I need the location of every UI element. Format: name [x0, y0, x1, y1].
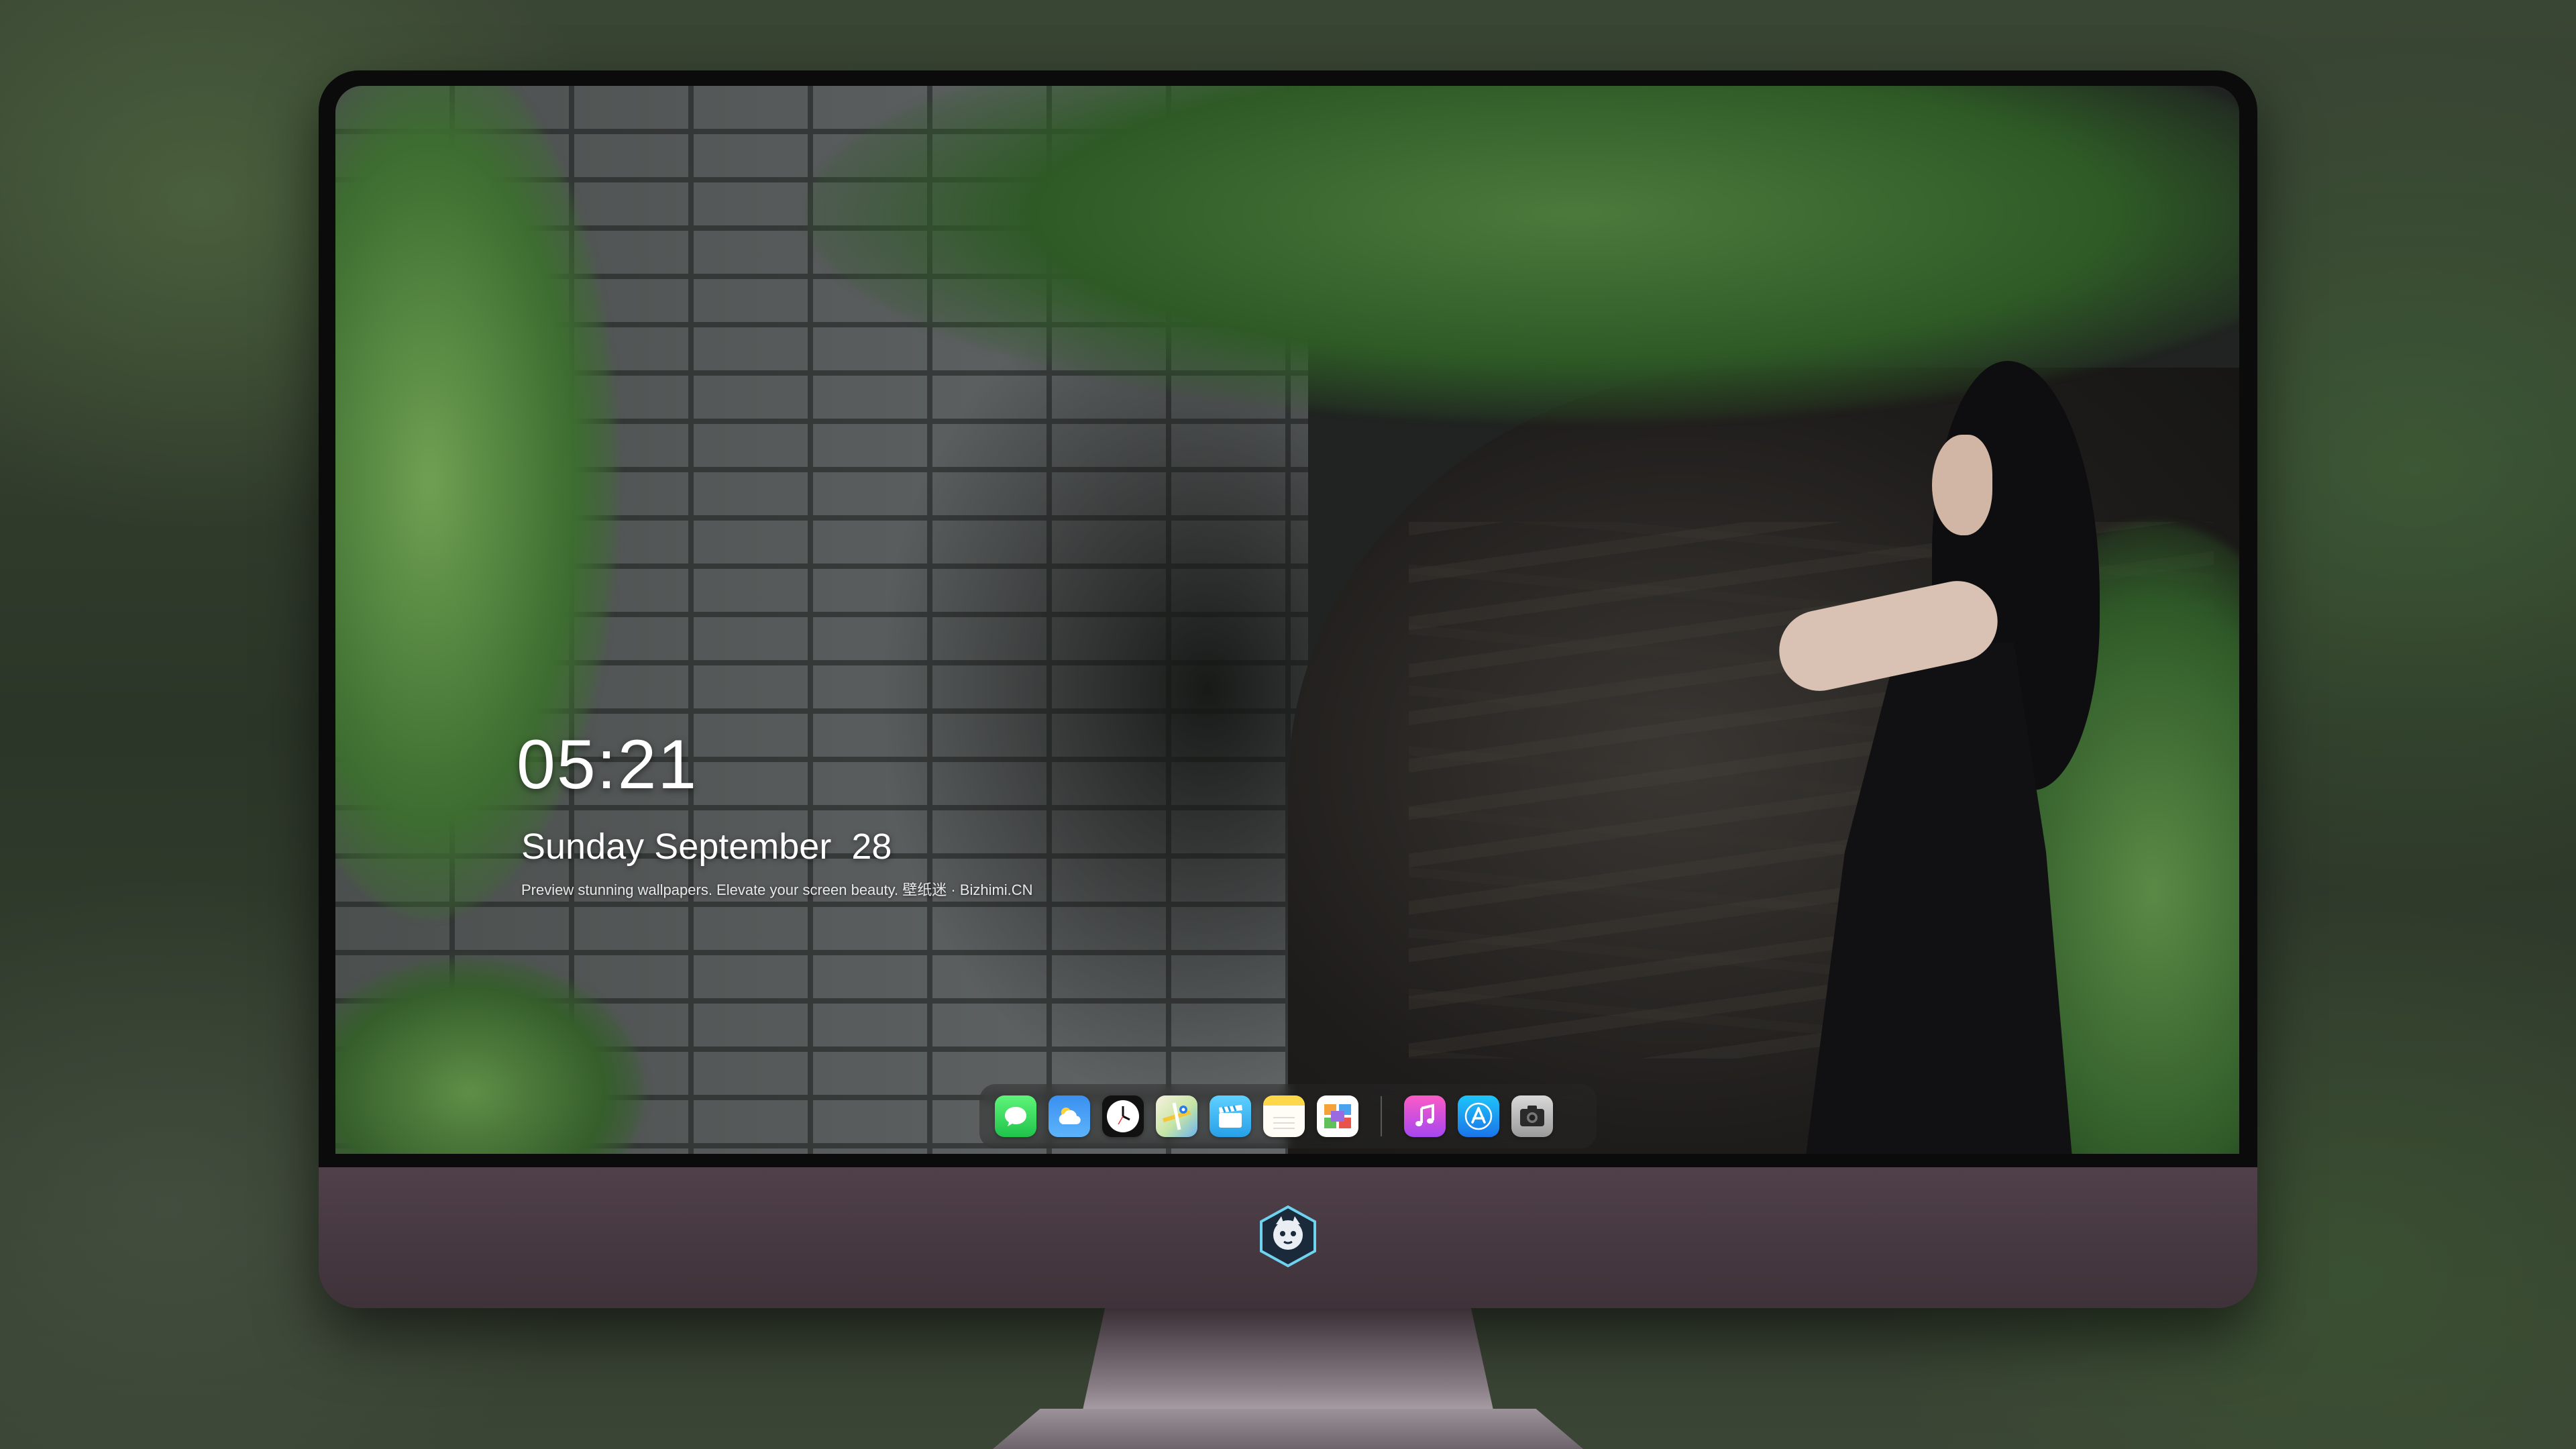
date-weekday: Sunday — [521, 826, 645, 867]
clapperboard-icon — [1219, 1105, 1242, 1128]
dock-messages-button[interactable] — [995, 1095, 1036, 1137]
map-icon — [1163, 1102, 1191, 1130]
mascot-badge-icon — [1260, 1205, 1316, 1268]
camera-icon — [1520, 1106, 1544, 1126]
cloud-sun-icon — [1059, 1108, 1081, 1125]
dock-camera-button[interactable] — [1511, 1095, 1553, 1137]
app-store-a-icon — [1464, 1102, 1493, 1130]
message-bubble-icon — [1005, 1107, 1026, 1126]
lockscreen-date: Sunday September 28 — [521, 828, 892, 865]
date-month: September — [654, 826, 832, 867]
monitor-stand-neck — [1080, 1308, 1496, 1422]
wallpaper-credit: Preview stunning wallpapers. Elevate you… — [521, 881, 1033, 898]
date-day: 28 — [851, 826, 892, 867]
lockscreen-time: 05:21 — [517, 726, 698, 804]
dock-photos-button[interactable] — [1317, 1095, 1358, 1137]
dock-app-store-button[interactable] — [1458, 1095, 1499, 1137]
dock-weather-button[interactable] — [1049, 1095, 1090, 1137]
dock-clips-button[interactable] — [1210, 1095, 1251, 1137]
blurred-background: 05:21 Sunday September 28 Preview stunni… — [0, 0, 2576, 1449]
notepad-icon — [1273, 1117, 1295, 1129]
dock-music-button[interactable] — [1404, 1095, 1446, 1137]
dock-notes-button[interactable] — [1263, 1095, 1305, 1137]
dock-maps-button[interactable] — [1156, 1095, 1197, 1137]
photo-grid-icon — [1324, 1104, 1351, 1128]
wallpaper-figure-face — [1932, 435, 1992, 535]
clock-icon — [1107, 1100, 1139, 1132]
monitor-stand-base — [993, 1409, 1583, 1449]
dock-separator — [1381, 1096, 1382, 1136]
desktop-screen: 05:21 Sunday September 28 Preview stunni… — [335, 86, 2239, 1154]
music-note-icon — [1415, 1104, 1434, 1126]
dock-clock-button[interactable] — [1102, 1095, 1144, 1137]
dock — [979, 1084, 1597, 1148]
